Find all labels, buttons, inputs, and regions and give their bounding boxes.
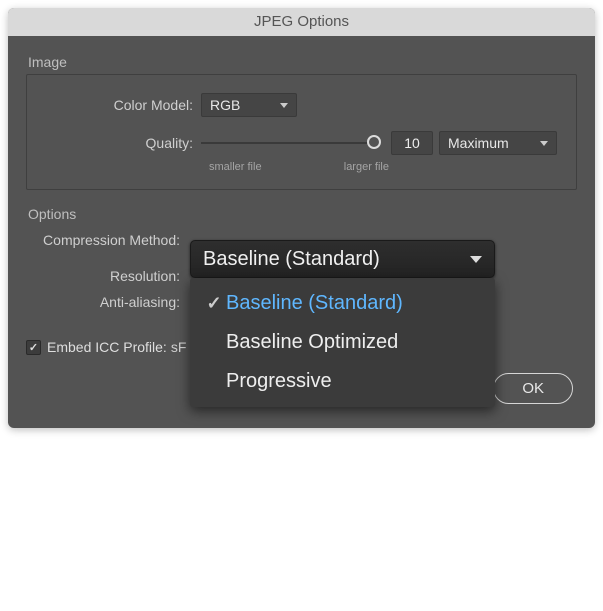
quality-preset-value: Maximum	[448, 135, 509, 151]
compression-method-select[interactable]: Baseline (Standard)	[190, 240, 495, 278]
check-icon: ✓	[202, 293, 226, 314]
compression-method-value: Baseline (Standard)	[203, 248, 380, 271]
anti-aliasing-label: Anti-aliasing:	[28, 294, 188, 310]
dropdown-item-progressive[interactable]: Progressive	[190, 362, 495, 401]
dropdown-item-label: Baseline Optimized	[226, 331, 398, 354]
options-section-label: Options	[28, 206, 577, 222]
hint-larger: larger file	[344, 161, 389, 173]
color-model-select[interactable]: RGB	[201, 93, 297, 117]
slider-thumb[interactable]	[367, 135, 381, 149]
compression-label: Compression Method:	[28, 232, 188, 248]
dropdown-item-label: Baseline (Standard)	[226, 292, 403, 315]
jpeg-options-dialog: JPEG Options Image Color Model: RGB Qual…	[8, 8, 595, 428]
image-section-label: Image	[28, 54, 577, 70]
quality-input[interactable]	[391, 131, 433, 155]
slider-track	[201, 142, 381, 144]
color-model-label: Color Model:	[41, 97, 201, 113]
resolution-label: Resolution:	[28, 268, 188, 284]
chevron-down-icon	[540, 141, 548, 146]
chevron-down-icon	[470, 256, 482, 263]
quality-slider[interactable]	[201, 133, 381, 153]
color-model-value: RGB	[210, 97, 240, 113]
chevron-down-icon	[280, 103, 288, 108]
hint-smaller: smaller file	[209, 161, 262, 173]
dropdown-item-baseline-optimized[interactable]: Baseline Optimized	[190, 323, 495, 362]
quality-hints: smaller file larger file	[209, 161, 389, 173]
compression-method-dropdown: ✓ Baseline (Standard) Baseline Optimized…	[190, 278, 495, 407]
embed-icc-value: sF	[171, 339, 187, 355]
dialog-title: JPEG Options	[8, 8, 595, 36]
dropdown-item-label: Progressive	[226, 370, 332, 393]
dropdown-item-baseline-standard[interactable]: ✓ Baseline (Standard)	[190, 284, 495, 323]
image-section: Color Model: RGB Quality: Maximum	[26, 74, 577, 190]
embed-icc-label: Embed ICC Profile:	[47, 339, 167, 355]
embed-icc-checkbox[interactable]: ✓	[26, 340, 41, 355]
ok-button[interactable]: OK	[493, 373, 573, 404]
quality-label: Quality:	[41, 135, 201, 151]
quality-preset-select[interactable]: Maximum	[439, 131, 557, 155]
